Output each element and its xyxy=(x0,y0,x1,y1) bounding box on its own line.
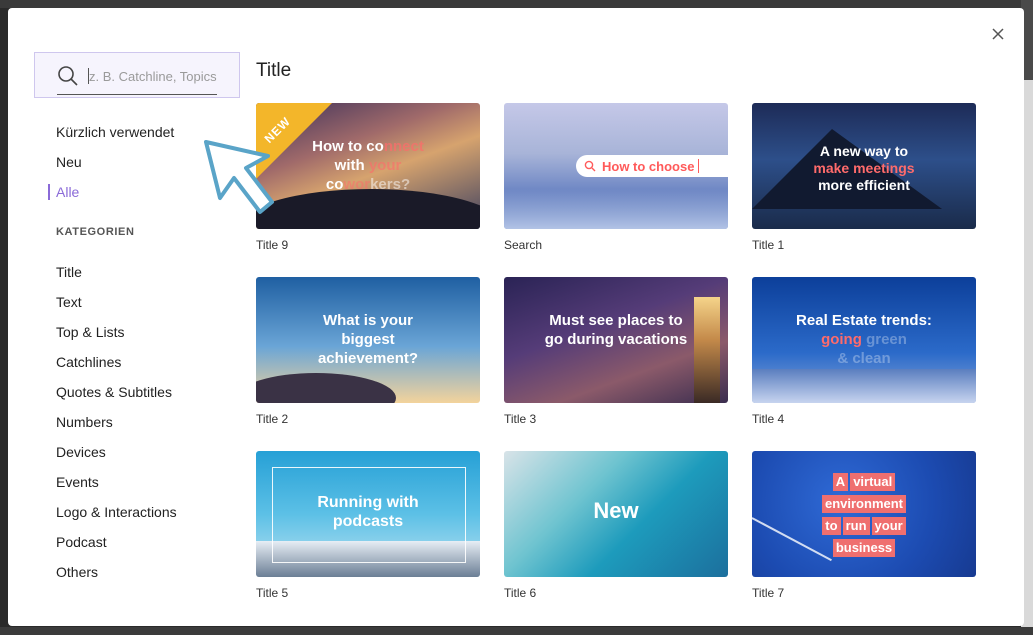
thumbnail-headline: New xyxy=(593,498,639,523)
template-label: Title 7 xyxy=(752,586,785,600)
category-item-events[interactable]: Events xyxy=(56,470,177,500)
thumbnail-headline: A new way to make meetings more efficien… xyxy=(813,143,915,193)
template-label: Title 6 xyxy=(504,586,537,600)
close-button[interactable] xyxy=(988,24,1008,44)
thumbnail-headline: Real Estate trends: going green & clean xyxy=(796,312,932,367)
search-input[interactable] xyxy=(89,65,217,87)
category-item-catchlines[interactable]: Catchlines xyxy=(56,350,177,380)
primary-nav: Kürzlich verwendet Neu Alle xyxy=(47,120,174,210)
close-icon xyxy=(992,28,1004,40)
template-card-title-1[interactable]: A new way to make meetings more efficien… xyxy=(752,103,976,252)
categories-heading: KATEGORIEN xyxy=(56,226,135,238)
template-card-title-3[interactable]: Must see places to go during vacations T… xyxy=(504,277,728,426)
template-label: Title 4 xyxy=(752,412,785,426)
backdrop-bottom xyxy=(0,627,1033,635)
backdrop-top xyxy=(0,0,1033,8)
template-thumbnail: Avirtual environment to run your business xyxy=(752,451,976,577)
category-item-logo-interactions[interactable]: Logo & Interactions xyxy=(56,500,177,530)
category-item-devices[interactable]: Devices xyxy=(56,440,177,470)
category-item-quotes-subtitles[interactable]: Quotes & Subtitles xyxy=(56,380,177,410)
nav-item-recent[interactable]: Kürzlich verwendet xyxy=(56,120,174,150)
template-card-title-4[interactable]: Real Estate trends: going green & clean … xyxy=(752,277,976,426)
thumbnail-headline: Running with podcasts xyxy=(317,494,419,530)
template-card-title-6[interactable]: New Title 6 xyxy=(504,451,728,600)
template-card-title-5[interactable]: Running with podcasts Title 5 xyxy=(256,451,480,600)
thumbnail-search-bar: How to choose xyxy=(576,155,728,177)
thumbnail-headline: What is your biggest achievement? xyxy=(317,312,419,367)
nav-item-all[interactable]: Alle xyxy=(47,180,174,210)
search-underline xyxy=(57,94,217,95)
template-label: Title 1 xyxy=(752,238,785,252)
template-picker-modal: Kürzlich verwendet Neu Alle KATEGORIEN T… xyxy=(8,8,1024,626)
template-thumbnail: What is your biggest achievement? xyxy=(256,277,480,403)
template-thumbnail: A new way to make meetings more efficien… xyxy=(752,103,976,229)
category-item-podcast[interactable]: Podcast xyxy=(56,530,177,560)
template-card-title-9[interactable]: NEW How to connect with your coworkers? … xyxy=(256,103,480,252)
template-card-search[interactable]: How to choose Search xyxy=(504,103,728,252)
template-thumbnail: Must see places to go during vacations xyxy=(504,277,728,403)
template-thumbnail: Running with podcasts xyxy=(256,451,480,577)
template-label: Title 3 xyxy=(504,412,537,426)
thumbnail-headline: Avirtual environment to run your business xyxy=(752,473,976,561)
cursor-arrow-icon xyxy=(204,140,274,214)
category-item-text[interactable]: Text xyxy=(56,290,177,320)
template-thumbnail: New xyxy=(504,451,728,577)
thumbnail-headline: How to connect with your coworkers? xyxy=(312,138,424,193)
thumbnail-headline: Must see places to go during vacations xyxy=(544,312,688,348)
template-label: Title 9 xyxy=(256,238,289,252)
template-thumbnail: How to choose xyxy=(504,103,728,229)
search-icon xyxy=(58,66,78,86)
search-field[interactable] xyxy=(34,52,240,98)
template-label: Title 5 xyxy=(256,586,289,600)
template-label: Search xyxy=(504,238,543,252)
section-title: Title xyxy=(256,60,292,81)
template-card-title-7[interactable]: Avirtual environment to run your business … xyxy=(752,451,976,600)
category-item-numbers[interactable]: Numbers xyxy=(56,410,177,440)
template-thumbnail: NEW How to connect with your coworkers? xyxy=(256,103,480,229)
template-card-title-2[interactable]: What is your biggest achievement? Title … xyxy=(256,277,480,426)
search-icon xyxy=(584,160,596,172)
template-label: Title 2 xyxy=(256,412,289,426)
nav-item-new[interactable]: Neu xyxy=(56,150,174,180)
category-item-title[interactable]: Title xyxy=(56,260,177,290)
category-item-top-lists[interactable]: Top & Lists xyxy=(56,320,177,350)
category-list: Title Text Top & Lists Catchlines Quotes… xyxy=(56,260,177,590)
category-item-others[interactable]: Others xyxy=(56,560,177,590)
template-thumbnail: Real Estate trends: going green & clean xyxy=(752,277,976,403)
